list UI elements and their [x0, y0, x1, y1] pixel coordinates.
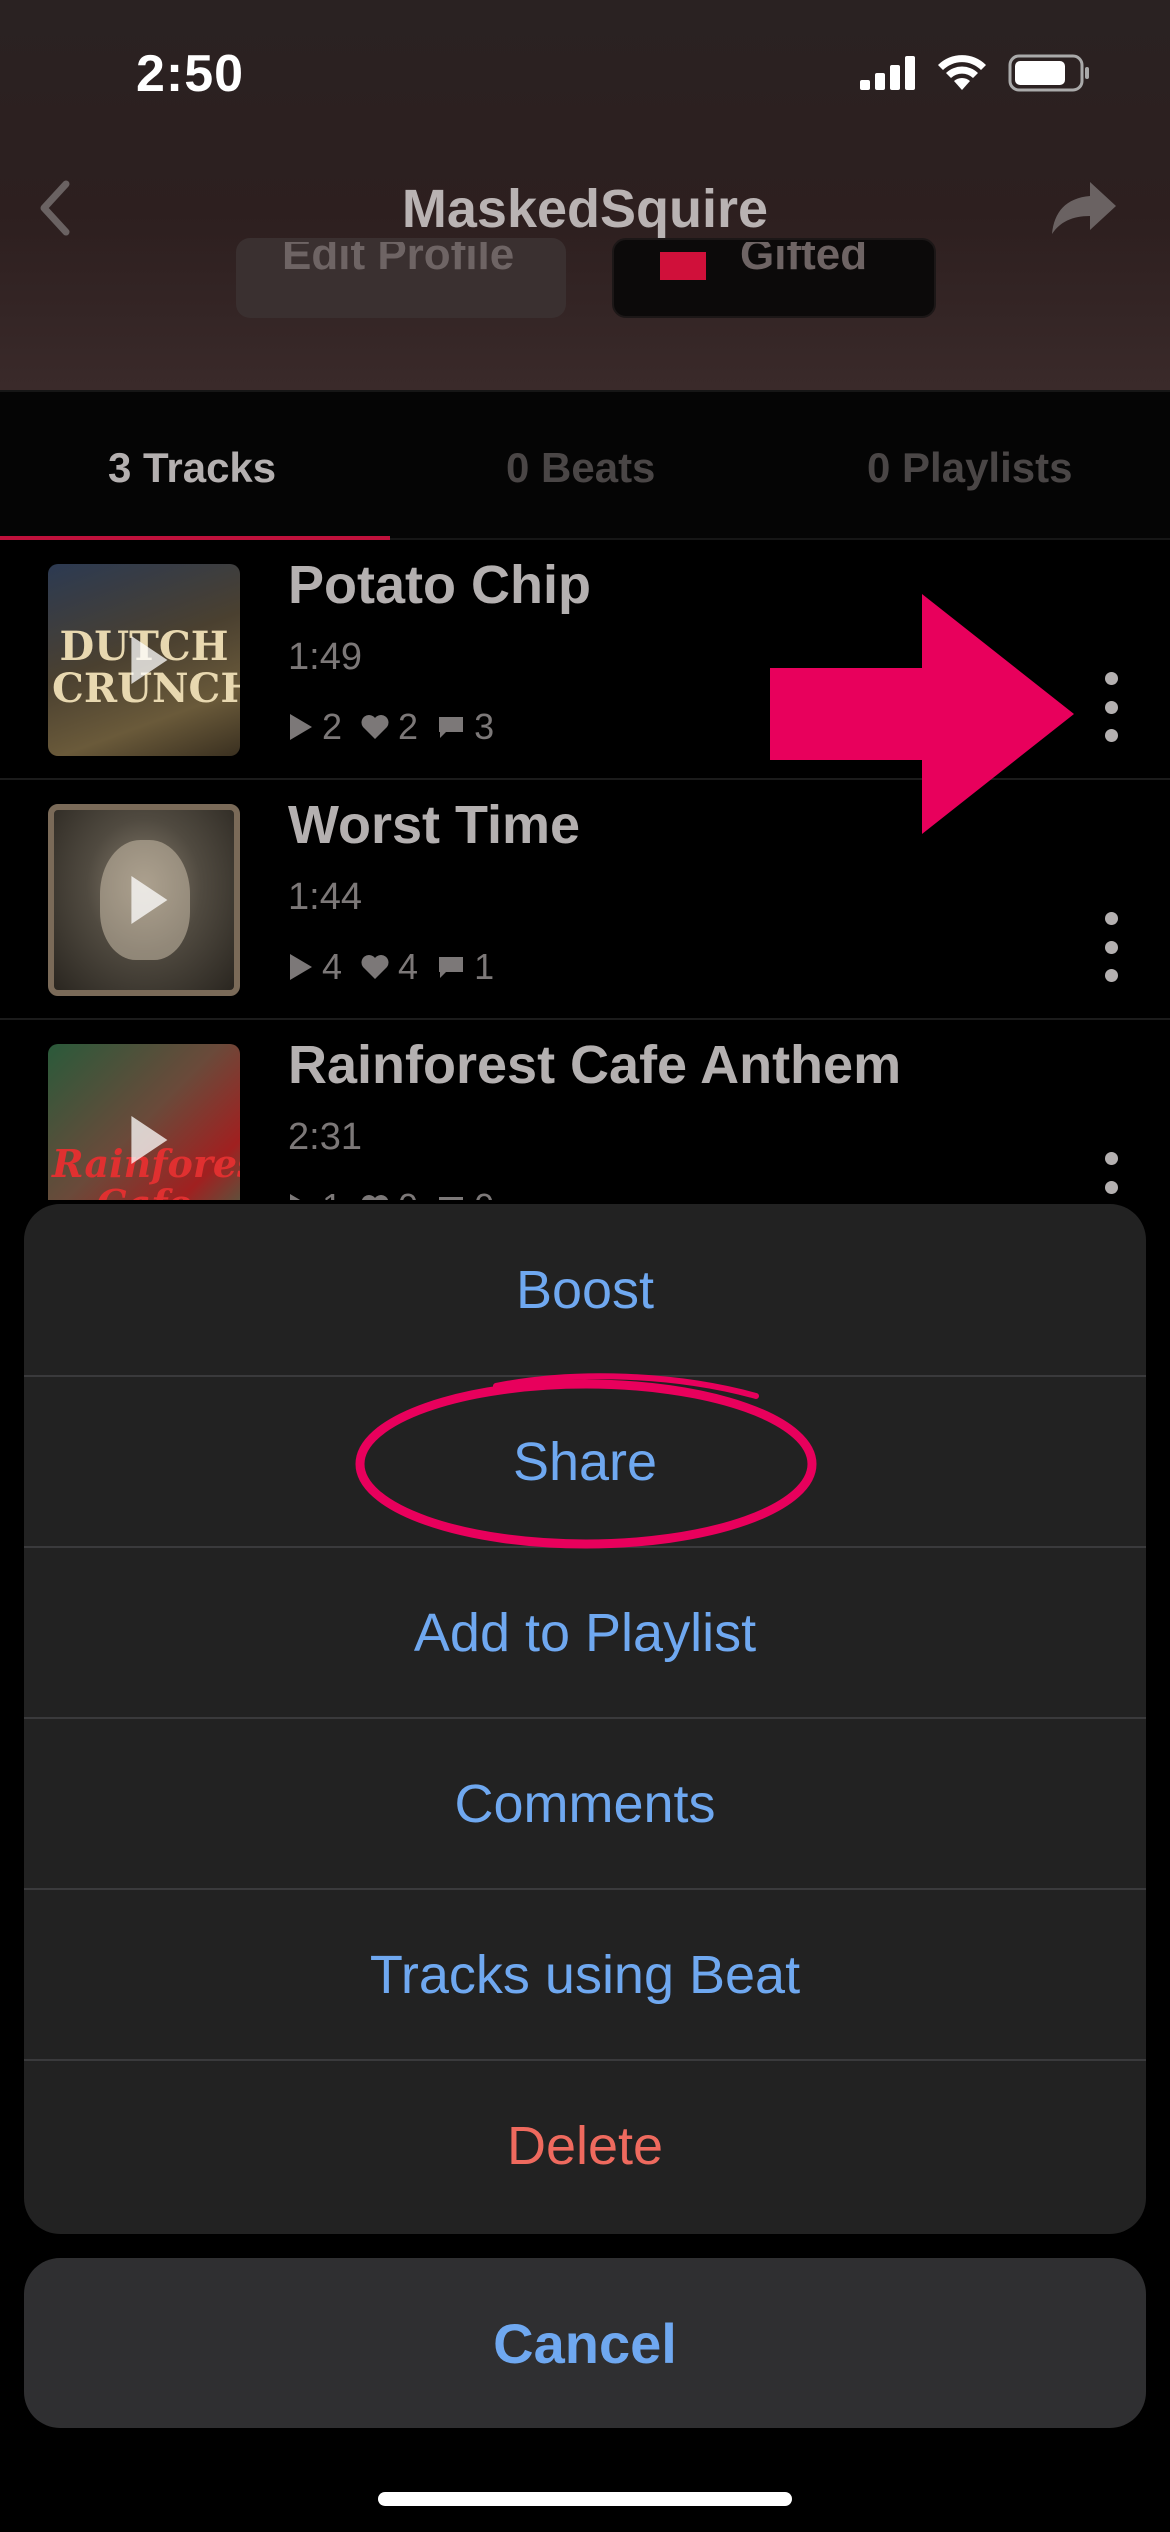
like-count: 4 — [360, 946, 418, 988]
tab-tracks[interactable]: 3 Tracks — [108, 444, 276, 492]
status-icons — [860, 54, 1090, 92]
track-duration: 2:31 — [288, 1116, 362, 1158]
comment-icon — [439, 957, 464, 978]
navigation-bar: MaskedSquire — [0, 150, 1170, 265]
comment-count-value: 1 — [474, 946, 495, 987]
play-icon — [131, 636, 168, 684]
tracks-using-beat-button[interactable]: Tracks using Beat — [24, 1888, 1146, 2059]
play-count-icon — [290, 954, 312, 980]
gift-icon — [660, 252, 706, 280]
heart-icon — [361, 715, 389, 739]
cancel-button[interactable]: Cancel — [24, 2258, 1146, 2428]
action-sheet: Boost Share Add to Playlist Comments Tra… — [24, 1204, 1146, 2234]
like-count: 2 — [360, 706, 418, 748]
comments-button[interactable]: Comments — [24, 1717, 1146, 1888]
track-title: Worst Time — [288, 795, 581, 855]
play-count: 2 — [288, 706, 342, 748]
more-options-button[interactable] — [1096, 672, 1126, 742]
more-options-button[interactable] — [1096, 912, 1126, 982]
track-artwork[interactable] — [48, 804, 240, 996]
track-title: Potato Chip — [288, 555, 591, 615]
status-bar: 2:50 — [0, 0, 1170, 150]
play-icon — [131, 876, 168, 924]
annotation-circle-icon — [355, 1373, 817, 1549]
track-duration: 1:44 — [288, 876, 362, 918]
more-vertical-icon — [1104, 672, 1118, 685]
tab-playlists[interactable]: 0 Playlists — [867, 444, 1072, 492]
track-stats: 2 2 3 — [288, 706, 512, 748]
play-count: 4 — [288, 946, 342, 988]
more-vertical-icon — [1104, 912, 1118, 925]
comment-count: 1 — [436, 946, 494, 988]
share-profile-button[interactable] — [1050, 178, 1120, 238]
status-time: 2:50 — [136, 45, 245, 103]
play-count-icon — [290, 714, 312, 740]
page-title: MaskedSquire — [401, 179, 769, 239]
wifi-icon — [938, 55, 986, 90]
play-count-value: 2 — [322, 706, 343, 747]
cellular-signal-icon — [860, 56, 915, 90]
delete-button[interactable]: Delete — [24, 2059, 1146, 2230]
more-vertical-icon — [1104, 1152, 1118, 1165]
like-count-value: 2 — [398, 706, 419, 747]
edit-profile-label: Edit Profile — [282, 242, 515, 270]
content-tabs: 3 Tracks 0 Beats 0 Playlists — [0, 390, 1170, 540]
play-icon — [131, 1116, 168, 1164]
track-duration: 1:49 — [288, 636, 362, 678]
comment-icon — [439, 717, 464, 738]
comment-count-value: 3 — [474, 706, 495, 747]
add-to-playlist-button[interactable]: Add to Playlist — [24, 1546, 1146, 1717]
tab-beats[interactable]: 0 Beats — [506, 444, 655, 492]
gifted-label: Gifted — [740, 242, 868, 270]
boost-button[interactable]: Boost — [24, 1204, 1146, 1375]
track-stats: 4 4 1 — [288, 946, 512, 988]
play-count-value: 4 — [322, 946, 343, 987]
heart-icon — [361, 955, 389, 979]
battery-icon — [1008, 54, 1089, 92]
like-count-value: 4 — [398, 946, 419, 987]
track-artwork[interactable]: DUTCH CRUNCH — [48, 564, 240, 756]
home-indicator — [378, 2492, 792, 2506]
track-title: Rainforest Cafe Anthem — [288, 1035, 902, 1095]
share-arrow-icon — [1052, 182, 1116, 234]
comment-count: 3 — [436, 706, 494, 748]
annotation-arrow-icon — [770, 594, 1074, 834]
